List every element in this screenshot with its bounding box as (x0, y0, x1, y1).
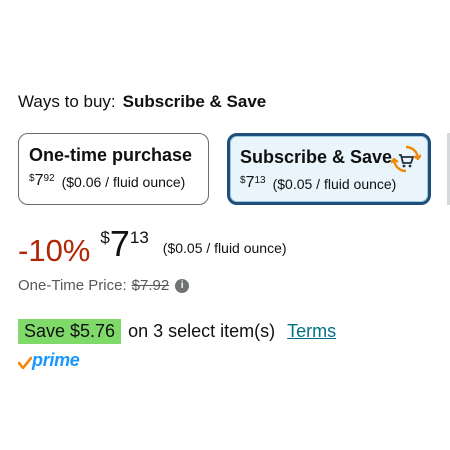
ways-to-buy: Ways to buy: Subscribe & Save (18, 92, 266, 112)
one-time-price-label: One-Time Price: (18, 277, 127, 294)
discount-percent: -10% (18, 233, 91, 268)
one-time-price-value: $7.92 (131, 277, 170, 294)
option-subscribe-and-save[interactable]: Subscribe & Save $ 7 13 ($0.05 / fluid o… (227, 133, 431, 205)
option-title: One-time purchase (29, 145, 193, 165)
option-one-time-purchase[interactable]: One-time purchase $ 7 92 ($0.06 / fluid … (18, 133, 209, 205)
info-icon[interactable]: i (175, 278, 190, 293)
option-title: Subscribe & Save (240, 147, 393, 167)
option-price: $ 7 92 ($0.06 / fluid ounce) (29, 172, 185, 190)
unit-price: ($0.06 / fluid ounce) (61, 174, 186, 190)
price-whole: 7 (34, 172, 44, 189)
unit-price: ($0.05 / fluid ounce) (272, 176, 397, 192)
unit-price: ($0.05 / fluid ounce) (162, 240, 287, 256)
price-whole: 7 (245, 174, 255, 191)
price-block: -10% $ 7 13 ($0.05 / fluid ounce) (18, 226, 287, 269)
prime-label: prime (32, 350, 80, 370)
price-fraction: 13 (129, 228, 149, 247)
prime-check-icon (18, 356, 32, 370)
savings-text: on 3 select item(s) (128, 321, 276, 341)
price-fraction: 92 (43, 173, 55, 184)
ways-to-buy-selected: Subscribe & Save (122, 92, 267, 111)
price-fraction: 13 (254, 175, 266, 186)
prime-badge: prime (18, 350, 80, 371)
one-time-price: One-Time Price: $7.92 i (18, 277, 190, 294)
subscribe-cart-icon (391, 145, 421, 173)
price-whole: 7 (109, 223, 130, 264)
savings-row: Save $5.76 on 3 select item(s) Terms (18, 319, 336, 344)
ways-to-buy-label: Ways to buy: (18, 92, 116, 111)
price-symbol: $ (100, 228, 110, 247)
savings-badge: Save $5.76 (18, 319, 122, 344)
option-price: $ 7 13 ($0.05 / fluid ounce) (240, 174, 396, 192)
terms-link[interactable]: Terms (287, 321, 336, 342)
